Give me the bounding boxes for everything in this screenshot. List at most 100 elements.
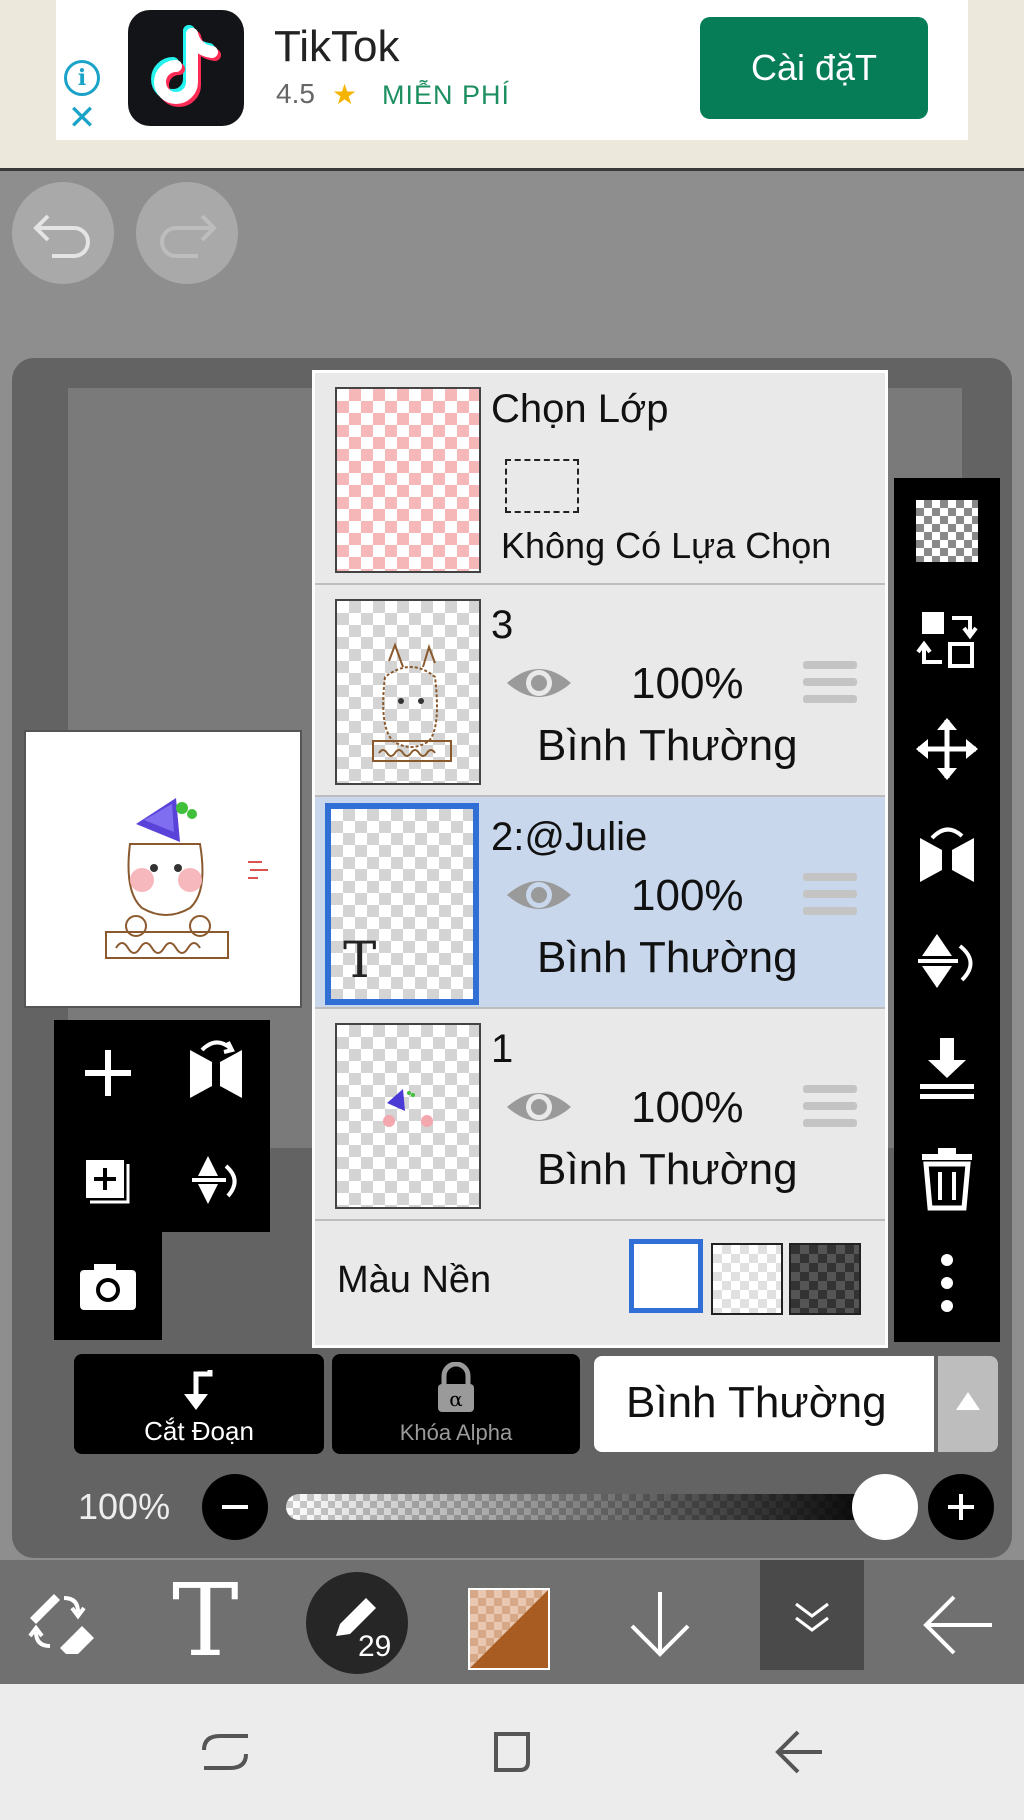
canvas-preview[interactable] — [24, 730, 302, 1008]
triangle-up-icon — [956, 1392, 980, 1410]
ad-app-name: TikTok — [274, 22, 400, 71]
brush-size: 29 — [358, 1630, 392, 1663]
layer-opacity: 100% — [631, 871, 744, 920]
layer-thumbnail: T — [325, 803, 479, 1005]
ad-rating: 4.5 — [276, 78, 315, 109]
selection-layer[interactable]: Chọn Lớp Không Có Lựa Chọn — [315, 373, 885, 585]
swap-layers-icon — [916, 612, 978, 668]
plus-icon-vertical — [959, 1494, 963, 1520]
drag-handle-icon[interactable] — [803, 873, 857, 919]
swap-layer-button[interactable] — [894, 604, 1000, 679]
undo-icon — [33, 214, 90, 258]
ad-price: MIỄN PHÍ — [382, 80, 511, 110]
duplicate-layer-icon — [86, 1160, 130, 1204]
flip-horizontal-button[interactable] — [894, 820, 1000, 895]
layer-opacity: 100% — [631, 1083, 744, 1132]
layers-panel-button[interactable] — [760, 1560, 864, 1670]
layer-row[interactable]: 3 100% Bình Thường — [315, 585, 885, 797]
flip-horizontal-button[interactable] — [162, 1020, 270, 1126]
transparency-button[interactable] — [894, 500, 1000, 562]
merge-down-button[interactable] — [894, 1032, 1000, 1107]
drag-handle-icon[interactable] — [803, 661, 857, 707]
opacity-value: 100% — [78, 1486, 171, 1527]
ad-banner: i ✕ TikTok 4.5 ★ MIỄN PHÍ Cài đặT — [0, 0, 1024, 171]
redo-icon — [160, 214, 217, 258]
bg-transparent-swatch[interactable] — [711, 1243, 783, 1315]
layer-row-selected[interactable]: T 2:@Julie 100% Bình Thường — [315, 797, 885, 1009]
blend-mode-dropdown-button[interactable] — [938, 1356, 998, 1452]
camera-icon — [80, 1264, 136, 1310]
background-color-row: Màu Nền — [315, 1221, 885, 1339]
clipping-arrow-icon — [184, 1370, 213, 1410]
brush-tool-button[interactable]: 29 — [306, 1572, 408, 1674]
more-options-button[interactable] — [894, 1248, 1000, 1323]
ad-content[interactable]: i ✕ TikTok 4.5 ★ MIỄN PHÍ Cài đặT — [56, 0, 968, 140]
checkerboard-icon — [916, 500, 978, 562]
brush-eraser-swap-icon — [28, 1594, 94, 1654]
minus-icon — [222, 1505, 248, 1509]
clipping-label: Cắt Đoạn — [144, 1416, 254, 1446]
visibility-eye-icon[interactable] — [503, 1083, 575, 1131]
selection-layer-title: Chọn Lớp — [491, 387, 669, 431]
system-navigation-bar — [0, 1684, 1024, 1820]
plus-icon — [85, 1050, 131, 1096]
drag-handle-icon[interactable] — [803, 1085, 857, 1131]
double-chevron-down-icon — [795, 1602, 829, 1632]
brush-eraser-toggle-button[interactable] — [20, 1584, 100, 1660]
lock-icon: α — [438, 1362, 474, 1412]
opacity-decrease-button[interactable] — [202, 1474, 268, 1540]
system-back-button[interactable] — [770, 1722, 830, 1782]
import-photo-button[interactable] — [54, 1232, 162, 1340]
arrow-down-icon — [630, 1592, 690, 1657]
flip-vertical-icon — [192, 1156, 237, 1204]
clipping-button[interactable]: Cắt Đoạn — [74, 1354, 324, 1454]
layer-blend-mode: Bình Thường — [537, 721, 798, 770]
undo-button[interactable] — [12, 182, 114, 284]
layer-opacity: 100% — [631, 659, 744, 708]
flip-vertical-icon — [918, 934, 973, 988]
trash-icon — [922, 1148, 972, 1211]
delete-layer-button[interactable] — [894, 1142, 1000, 1217]
bg-white-swatch[interactable] — [629, 1239, 703, 1313]
back-button[interactable] — [918, 1588, 998, 1662]
current-color-swatch — [470, 1590, 548, 1668]
opacity-slider-track[interactable] — [286, 1494, 886, 1520]
layer-down-button[interactable] — [622, 1584, 698, 1664]
move-layer-button[interactable] — [894, 714, 1000, 789]
recent-apps-button[interactable] — [196, 1722, 256, 1782]
color-picker-button[interactable] — [468, 1588, 550, 1670]
visibility-eye-icon[interactable] — [503, 871, 575, 919]
opacity-increase-button[interactable] — [928, 1474, 994, 1540]
home-square-icon — [494, 1732, 530, 1772]
layers-panel: Chọn Lớp Không Có Lựa Chọn 3 100% Bình T… — [312, 370, 888, 1348]
install-button[interactable]: Cài đặT — [700, 17, 928, 119]
flip-vertical-button[interactable] — [162, 1126, 270, 1232]
selection-status: Không Có Lựa Chọn — [501, 525, 832, 566]
bg-dark-checker-swatch[interactable] — [789, 1243, 861, 1315]
layer-blend-mode: Bình Thường — [537, 933, 798, 982]
visibility-eye-icon[interactable] — [503, 659, 575, 707]
star-icon: ★ — [332, 79, 358, 110]
add-layer-button[interactable] — [54, 1020, 162, 1126]
move-arrows-icon — [916, 718, 978, 780]
layer-name: 1 — [491, 1027, 514, 1071]
info-icon[interactable]: i — [64, 60, 100, 96]
layer-blend-mode: Bình Thường — [537, 1145, 798, 1194]
layer-name: 3 — [491, 603, 514, 647]
recent-apps-icon — [202, 1734, 248, 1770]
close-icon[interactable]: ✕ — [64, 100, 100, 136]
selection-marquee-icon — [505, 459, 579, 513]
selection-layer-thumbnail — [335, 387, 481, 573]
duplicate-layer-button[interactable] — [54, 1126, 162, 1232]
text-tool-icon[interactable]: T — [172, 1566, 239, 1676]
opacity-slider-thumb[interactable] — [852, 1474, 918, 1540]
layer-row[interactable]: 1 100% Bình Thường — [315, 1009, 885, 1221]
home-button[interactable] — [482, 1722, 542, 1782]
flip-vertical-button[interactable] — [894, 926, 1000, 1001]
layer-actions-column — [894, 478, 1000, 1342]
redo-button[interactable] — [136, 182, 238, 284]
merge-down-icon — [920, 1038, 974, 1099]
blend-mode-select[interactable]: Bình Thường — [594, 1356, 934, 1452]
tiktok-logo-icon — [128, 10, 244, 126]
alpha-lock-button[interactable]: α Khóa Alpha — [332, 1354, 580, 1454]
